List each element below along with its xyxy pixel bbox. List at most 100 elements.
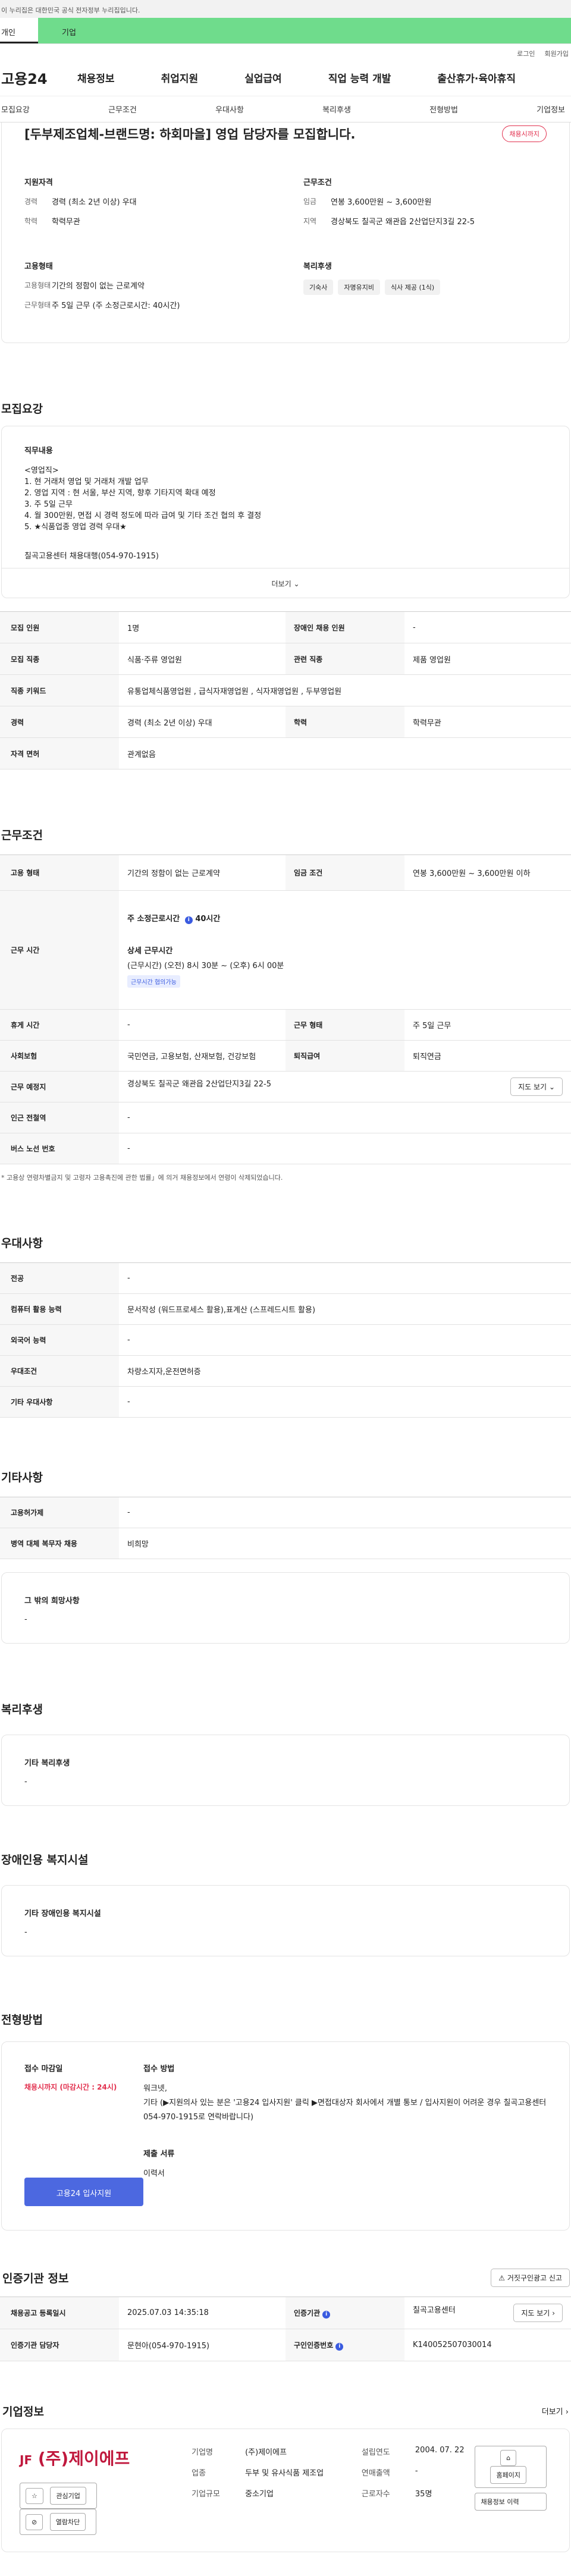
gnb-item-leave[interactable]: 출산휴가·육아휴직 xyxy=(437,70,516,85)
conditions-table: 고용 형태 기간의 정함이 없는 근로계약 임금 조건 연봉 3,600만원 ~ 3,… xyxy=(0,855,571,1164)
snav-item[interactable]: 모집요강 xyxy=(1,103,30,115)
row-value: 비희망 xyxy=(119,1528,571,1559)
summary-employment: 고용형태 고용형태 기간의 정함이 없는 근로계약 근무형태 주 5일 근무 (주 … xyxy=(24,260,268,319)
row-value: 연봉 3,600만원 ~ 3,600만원 이하 xyxy=(404,855,571,891)
company-value: 2004. 07. 22 xyxy=(415,2446,465,2455)
info-icon[interactable]: i xyxy=(335,2342,344,2351)
row-value: - xyxy=(119,1324,571,1356)
row-key: 고용허가제 xyxy=(0,1497,119,1528)
signup-link[interactable]: 회원가입 xyxy=(545,50,569,58)
row-key: 사회보험 xyxy=(0,1040,119,1072)
snav-item[interactable]: 복리후생 xyxy=(322,103,351,115)
tab-individual[interactable]: 개인 xyxy=(0,18,38,43)
row-key: 기타 우대사항 xyxy=(0,1386,119,1418)
summary-value: 기간의 정함이 없는 근로계약 xyxy=(52,282,145,291)
snav-item[interactable]: 전형방법 xyxy=(429,103,458,115)
row-value: - xyxy=(119,1262,571,1294)
row-value: 칠곡고용센터 xyxy=(413,2306,456,2315)
welfare-tag: 자명유지비 xyxy=(338,279,380,295)
block-button[interactable]: ⊘ 열람차단 xyxy=(20,2509,97,2535)
gov-banner: 이 누리집은 대한민국 공식 전자정부 누리집입니다. xyxy=(0,0,571,18)
box-value: - xyxy=(24,1777,27,1786)
detail-hours-value: (근무시간) (오전) 8시 30분 ~ (오후) 6시 00분 xyxy=(127,962,284,970)
row-key: 퇴직급여 xyxy=(286,1040,404,1072)
gnb-item-jobs[interactable]: 채용정보 xyxy=(77,70,115,85)
recruit-table: 모집 인원 1명 장애인 채용 인원 - 모집 직종 식품·주류 영업원 관련 직종 제품 … xyxy=(0,611,571,769)
box-value: - xyxy=(24,1928,27,1937)
row-value: - xyxy=(119,1386,571,1418)
row-key: 구인인증번호 xyxy=(294,2341,334,2349)
summary-heading: 지원자격 xyxy=(24,178,53,187)
map-button[interactable]: 지도 보기 › xyxy=(513,2304,563,2322)
row-key: 컴퓨터 활용 능력 xyxy=(0,1293,119,1325)
login-link[interactable]: 로그인 xyxy=(517,50,535,58)
row-key: 임금 조건 xyxy=(286,855,404,891)
company-value: 35명 xyxy=(415,2490,432,2499)
chevron-right-icon: › xyxy=(565,2408,569,2417)
section-title-disabled: 장애인용 복지시설 xyxy=(1,1854,89,1867)
apply-button[interactable]: 고용24 입사지원 xyxy=(24,2178,143,2206)
tab-company[interactable]: 기업 xyxy=(38,18,571,43)
summary-key: 지역 xyxy=(303,217,317,225)
company-key: 기업규모 xyxy=(192,2490,220,2499)
map-button[interactable]: 지도 보기 ⌄ xyxy=(510,1077,563,1096)
snav-item[interactable]: 근무조건 xyxy=(108,103,137,115)
row-key: 근무 형태 xyxy=(286,1009,404,1041)
summary-value: 경상북도 칠곡군 왜관읍 2산업단지3길 22-5 xyxy=(331,218,475,227)
company-box: JF (주)제이에프 ☆ 관심기업⊘ 열람차단 기업명 (주)제이에프 업종 두부 … xyxy=(1,2429,570,2552)
disabled-box: 기타 장애인용 복지시설 - xyxy=(1,1885,570,1956)
cert-table: 채용공고 등록일시 2025.07.03 14:35:18 인증기관 i 칠곡고용센터 지… xyxy=(0,2297,571,2361)
company-more-link[interactable]: 더보기 › xyxy=(542,2405,569,2417)
jobs-history-button[interactable]: 채용정보 이력 xyxy=(475,2493,547,2511)
row-value: K140052507030014 xyxy=(404,2329,571,2361)
section-title-welfare: 복리후생 xyxy=(1,1703,43,1716)
gnb-item-unemployment[interactable]: 실업급여 xyxy=(244,70,282,85)
welfare-tag: 기숙사 xyxy=(303,279,334,295)
gnb-item-training[interactable]: 직업 능력 개발 xyxy=(328,70,391,85)
box-title: 기타 복리후생 xyxy=(24,1759,70,1768)
report-button[interactable]: ⚠ 거짓구인광고 신고 xyxy=(491,2269,570,2287)
row-key: 외국어 능력 xyxy=(0,1324,119,1356)
docs-title: 제출 서류 xyxy=(143,2150,175,2159)
snav-item[interactable]: 기업정보 xyxy=(537,103,565,115)
row-value: 문서작성 (워드프로세스 활용),표계산 (스프레드시트 활용) xyxy=(119,1293,571,1325)
gnb-item-employment[interactable]: 취업지원 xyxy=(161,70,199,85)
row-value: 1명 xyxy=(119,611,286,643)
row-value: 경상북도 칠곡군 왜관읍 2산업단지3길 22-5 xyxy=(127,1080,271,1089)
summary-welfare: 복리후생 기숙사 자명유지비 식사 제공 (1식) xyxy=(303,260,547,319)
section-title-recruit: 모집요강 xyxy=(1,403,43,416)
summary-heading: 근무조건 xyxy=(303,178,332,187)
summary-key: 고용형태 xyxy=(24,281,51,290)
row-key: 근무 시간 xyxy=(0,890,119,1010)
summary-heading: 고용형태 xyxy=(24,262,53,271)
homepage-button[interactable]: ⌂ 홈페이지 xyxy=(475,2446,547,2488)
row-key: 근무 예정지 xyxy=(0,1071,119,1102)
weekly-hours-value: 40시간 xyxy=(195,915,221,923)
company-value: 중소기업 xyxy=(245,2490,274,2499)
row-value: 관계없음 xyxy=(119,737,571,769)
row-key: 우대조건 xyxy=(0,1355,119,1387)
age-discrimination-note: * 고용상 연령차별금지 및 고령자 고용촉진에 관한 법률」에 의거 채용정보… xyxy=(1,1174,283,1182)
more-button[interactable]: 더보기 ⌄ xyxy=(2,568,569,598)
company-key: 업종 xyxy=(192,2469,206,2478)
job-summary-card: [두부제조업체-브랜드명: 하회마을] 영업 담당자를 모집합니다. 채용시까지… xyxy=(1,122,570,343)
user-type-tabs: 개인 기업 xyxy=(0,18,571,44)
row-key: 인증기관 xyxy=(294,2308,321,2317)
snav-item[interactable]: 우대사항 xyxy=(215,103,244,115)
summary-value: 경력 (최소 2년 이상) 우대 xyxy=(52,198,137,207)
welfare-tag: 식사 제공 (1식) xyxy=(384,279,441,295)
more-label: 더보기 xyxy=(271,580,291,588)
hours-negotiable-badge: 근무시간 협의가능 xyxy=(127,975,180,988)
box-title: 그 밖의 희망사항 xyxy=(24,1597,80,1606)
row-value: 기간의 정함이 없는 근로계약 xyxy=(119,855,286,891)
like-label: 관심기업 xyxy=(50,2487,86,2505)
job-title: [두부제조업체-브랜드명: 하회마을] 영업 담당자를 모집합니다. xyxy=(24,127,356,142)
company-logo-mark: JF xyxy=(20,2453,33,2467)
site-logo[interactable]: 고용24 xyxy=(0,67,77,88)
row-key: 관련 직종 xyxy=(286,643,404,675)
like-button[interactable]: ☆ 관심기업 xyxy=(20,2483,97,2509)
summary-heading: 복리후생 xyxy=(303,262,332,271)
info-icon[interactable]: i xyxy=(184,916,193,924)
info-icon[interactable]: i xyxy=(322,2310,331,2319)
map-button-label: 지도 보기 xyxy=(521,2309,550,2317)
